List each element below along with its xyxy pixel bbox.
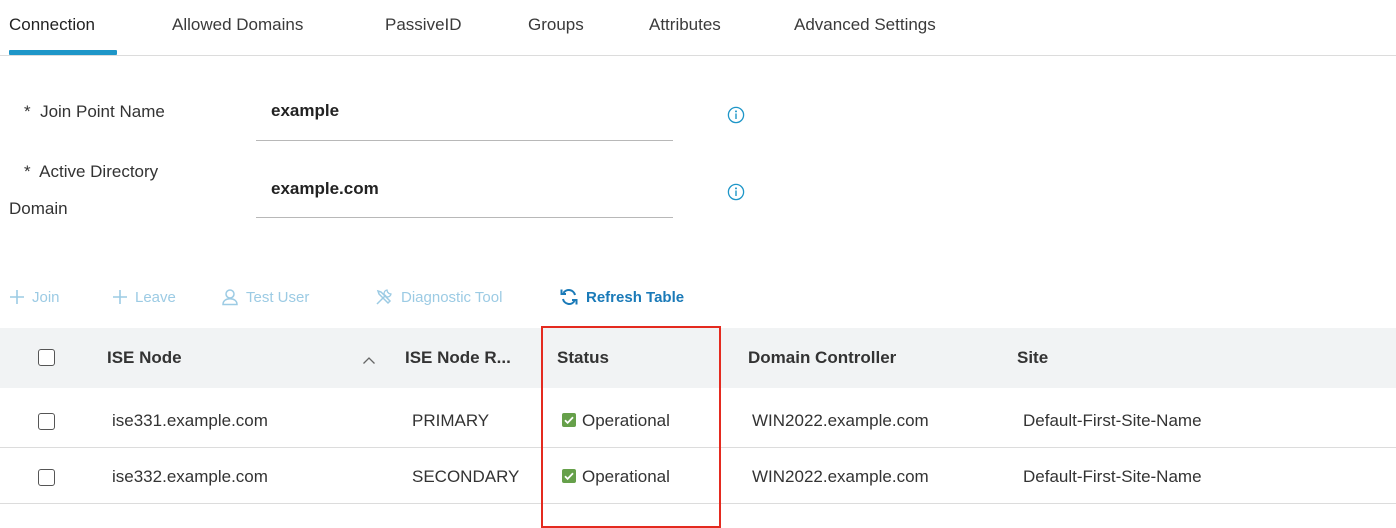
join-point-name-label: * Join Point Name [24,96,165,128]
ad-domain-field[interactable]: example.com [256,179,673,218]
column-header-ise-node[interactable]: ISE Node [107,348,182,368]
test-user-label: Test User [246,288,310,306]
tab-groups[interactable]: Groups [528,15,584,35]
tab-bar: Connection Allowed Domains PassiveID Gro… [0,0,1396,56]
user-icon [222,289,238,306]
cell-domain-controller: WIN2022.example.com [752,411,929,430]
plus-icon [113,290,127,304]
diagnostic-tool-label: Diagnostic Tool [401,288,503,306]
join-point-name-label-text: Join Point Name [40,102,165,121]
tab-passiveid[interactable]: PassiveID [385,15,462,35]
cell-role: SECONDARY [412,467,520,486]
join-label: Join [32,288,60,306]
refresh-table-label: Refresh Table [586,288,685,306]
join-point-name-field[interactable]: example [256,101,673,141]
ad-domain-label-text: Active Directory [39,162,159,181]
column-header-domain-controller[interactable]: Domain Controller [748,348,896,368]
ad-domain-label-line1: * Active Directory [24,156,158,188]
leave-label: Leave [135,288,176,306]
leave-button[interactable]: Leave [112,285,176,309]
test-user-button[interactable]: Test User [221,285,309,309]
cell-site: Default-First-Site-Name [1023,411,1202,430]
diagnostic-tool-button[interactable]: Diagnostic Tool [374,285,502,309]
status-column-highlight [541,326,721,528]
plus-icon [10,290,24,304]
cell-ise-node: ise331.example.com [112,411,268,430]
tab-connection[interactable]: Connection [9,15,95,35]
active-tab-indicator [9,50,117,55]
tools-icon [376,289,392,305]
column-header-ise-node-role[interactable]: ISE Node R... [405,348,511,368]
join-button[interactable]: Join [9,285,60,309]
select-all-checkbox[interactable] [38,349,55,366]
refresh-icon [560,289,578,305]
ad-domain-label-line2: Domain [9,199,68,218]
column-header-site[interactable]: Site [1017,348,1048,368]
row-checkbox[interactable] [38,469,55,486]
cell-domain-controller: WIN2022.example.com [752,467,929,486]
tab-allowed-domains[interactable]: Allowed Domains [172,15,303,35]
refresh-table-button[interactable]: Refresh Table [559,285,684,309]
info-icon[interactable] [727,183,745,201]
cell-site: Default-First-Site-Name [1023,467,1202,486]
cell-role: PRIMARY [412,411,490,430]
join-point-name-value: example [271,101,340,120]
ad-domain-value: example.com [271,179,379,198]
tab-attributes[interactable]: Attributes [649,15,721,35]
info-icon[interactable] [727,106,745,124]
cell-ise-node: ise332.example.com [112,467,268,486]
required-marker: * [24,102,31,121]
row-checkbox[interactable] [38,413,55,430]
required-marker: * [24,162,31,181]
sort-ascending-icon[interactable] [362,356,376,365]
tab-advanced-settings[interactable]: Advanced Settings [794,15,936,35]
